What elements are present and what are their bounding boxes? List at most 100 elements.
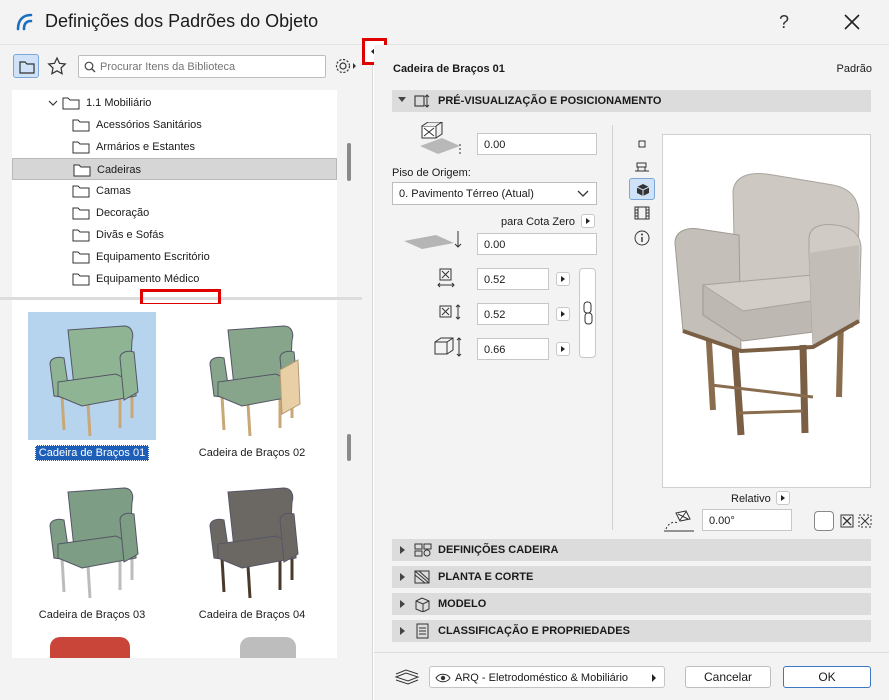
origin-floor-label: Piso de Origem: bbox=[392, 167, 471, 179]
plan-view-icon[interactable] bbox=[635, 137, 649, 151]
layer-stack-icon bbox=[394, 669, 420, 685]
origin-floor-select[interactable]: 0. Pavimento Térreo (Atual) bbox=[392, 182, 597, 205]
library-settings-button[interactable] bbox=[332, 54, 360, 78]
footer-divider bbox=[374, 652, 889, 653]
to-zero-label: para Cota Zero bbox=[501, 216, 575, 228]
film-strip-icon[interactable] bbox=[633, 205, 651, 221]
caret-right-icon bbox=[652, 674, 656, 682]
tree-item[interactable]: Cadeiras bbox=[12, 158, 337, 180]
info-icon[interactable] bbox=[633, 229, 651, 247]
tree-item-label: Equipamento Médico bbox=[96, 273, 200, 285]
folder-icon bbox=[73, 163, 91, 180]
library-item[interactable]: Cadeira de Braços 04 bbox=[172, 470, 332, 630]
to-zero-arrow-button[interactable] bbox=[581, 214, 595, 228]
rotation-angle-field[interactable]: 0.00° bbox=[702, 509, 792, 531]
tree-item[interactable]: Divãs e Sofás bbox=[12, 224, 337, 246]
tree-item[interactable]: 1.1 Mobiliário bbox=[12, 92, 337, 114]
tree-item[interactable]: Decoração bbox=[12, 202, 337, 224]
3d-view-button[interactable] bbox=[629, 178, 655, 200]
favorites-button[interactable] bbox=[44, 54, 70, 78]
folder-icon bbox=[72, 228, 90, 245]
tree-item-label: Acessórios Sanitários bbox=[96, 119, 202, 131]
proportion-lock-button[interactable] bbox=[579, 268, 596, 358]
app-logo-icon bbox=[16, 13, 33, 31]
zero-level-field[interactable]: 0.00 bbox=[477, 233, 597, 255]
tree-item[interactable]: Armários e Estantes bbox=[12, 136, 337, 158]
chair-3d-preview-image bbox=[674, 173, 862, 436]
settings-grid-icon bbox=[414, 543, 432, 557]
section-header[interactable]: MODELO bbox=[392, 593, 871, 615]
search-input[interactable] bbox=[100, 59, 322, 75]
tree-item-label: Equipamento Escritório bbox=[96, 251, 210, 263]
library-item[interactable]: Cadeira de Braços 02 bbox=[172, 308, 332, 468]
chair-thumbnail[interactable] bbox=[188, 312, 316, 440]
tree-item[interactable]: Equipamento Médico bbox=[12, 268, 337, 290]
tree-item[interactable]: Camas bbox=[12, 180, 337, 202]
chain-link-icon bbox=[583, 301, 593, 325]
tree-item[interactable]: Equipamento Escritório bbox=[12, 246, 337, 268]
chair-thumbnail[interactable] bbox=[28, 474, 156, 602]
dim-z-field[interactable]: 0.66 bbox=[477, 338, 549, 360]
tree-item-label: Decoração bbox=[96, 207, 150, 219]
help-button[interactable]: ? bbox=[772, 8, 796, 36]
model-cube-icon bbox=[415, 597, 430, 612]
elevation-field[interactable]: 0.00 bbox=[477, 133, 597, 155]
dim-x-arrow-button[interactable] bbox=[556, 272, 570, 286]
relative-arrow-button[interactable] bbox=[776, 491, 790, 505]
tree-scrollbar[interactable] bbox=[347, 143, 351, 181]
dim-x-field[interactable]: 0.52 bbox=[477, 268, 549, 290]
layer-select[interactable]: ARQ - Eletrodoméstico & Mobiliário bbox=[429, 666, 665, 688]
elevation-icon bbox=[420, 122, 461, 154]
dim-y-field[interactable]: 0.52 bbox=[477, 303, 549, 325]
depth-dimension-icon bbox=[439, 304, 461, 320]
section-title: PRÉ-VISUALIZAÇÃO E POSICIONAMENTO bbox=[438, 95, 662, 107]
library-item-label: Cadeira de Braços 04 bbox=[198, 609, 306, 621]
chevron-down-icon[interactable] bbox=[48, 100, 58, 107]
library-item-label: Cadeira de Braços 03 bbox=[38, 609, 146, 621]
section-header[interactable]: DEFINIÇÕES CADEIRA bbox=[392, 539, 871, 561]
library-item[interactable]: Cadeira de Braços 03 bbox=[12, 470, 172, 630]
search-box[interactable] bbox=[78, 55, 326, 78]
window-title: Definições dos Padrões do Objeto bbox=[45, 11, 319, 31]
side-view-icon[interactable] bbox=[634, 159, 650, 173]
folder-icon bbox=[19, 61, 35, 74]
object-name: Cadeira de Braços 01 bbox=[393, 63, 505, 75]
folder-icon bbox=[72, 250, 90, 267]
dim-y-arrow-button[interactable] bbox=[556, 307, 570, 321]
gallery-scrollbar[interactable] bbox=[347, 434, 351, 461]
3d-preview[interactable] bbox=[662, 134, 871, 488]
cancel-button[interactable]: Cancelar bbox=[685, 666, 771, 688]
chevron-right-icon bbox=[400, 573, 405, 581]
section-header[interactable]: PLANTA E CORTE bbox=[392, 566, 871, 588]
cube-icon bbox=[636, 184, 650, 196]
preview-position-icon bbox=[414, 94, 430, 108]
library-item-partial[interactable] bbox=[240, 637, 296, 658]
settings-pane: Cadeira de Braços 01 Padrão PRÉ-VISUALIZ… bbox=[374, 45, 889, 700]
library-item-partial[interactable] bbox=[50, 637, 130, 658]
chevron-right-icon bbox=[400, 600, 405, 608]
section-preview-header[interactable]: PRÉ-VISUALIZAÇÃO E POSICIONAMENTO bbox=[392, 90, 871, 112]
tree-item-label: Camas bbox=[96, 185, 131, 197]
object-standard: Padrão bbox=[836, 63, 872, 75]
folder-icon bbox=[72, 118, 90, 135]
folder-view-button[interactable] bbox=[13, 54, 39, 78]
chair-thumbnail[interactable] bbox=[28, 312, 156, 440]
close-icon[interactable] bbox=[838, 8, 866, 36]
plan-section-icon bbox=[414, 570, 430, 584]
section-header[interactable]: CLASSIFICAÇÃO E PROPRIEDADES bbox=[392, 620, 871, 642]
folder-icon bbox=[72, 206, 90, 223]
tree-item-label: Divãs e Sofás bbox=[96, 229, 164, 241]
dim-z-arrow-button[interactable] bbox=[556, 342, 570, 356]
tree-item[interactable]: Acessórios Sanitários bbox=[12, 114, 337, 136]
zero-level-icon bbox=[404, 231, 462, 249]
mirror-checkbox[interactable] bbox=[814, 511, 834, 531]
tree-item-label: Armários e Estantes bbox=[96, 141, 196, 153]
ok-button[interactable]: OK bbox=[783, 666, 871, 688]
layer-value: ARQ - Eletrodoméstico & Mobiliário bbox=[455, 672, 629, 684]
chair-thumbnail[interactable] bbox=[188, 474, 316, 602]
library-item[interactable]: Cadeira de Braços 01 bbox=[12, 308, 172, 468]
eye-icon bbox=[435, 673, 451, 683]
height-dimension-icon bbox=[434, 337, 462, 357]
vertical-divider bbox=[612, 125, 613, 530]
mirror-toggle-icon[interactable] bbox=[840, 514, 874, 528]
